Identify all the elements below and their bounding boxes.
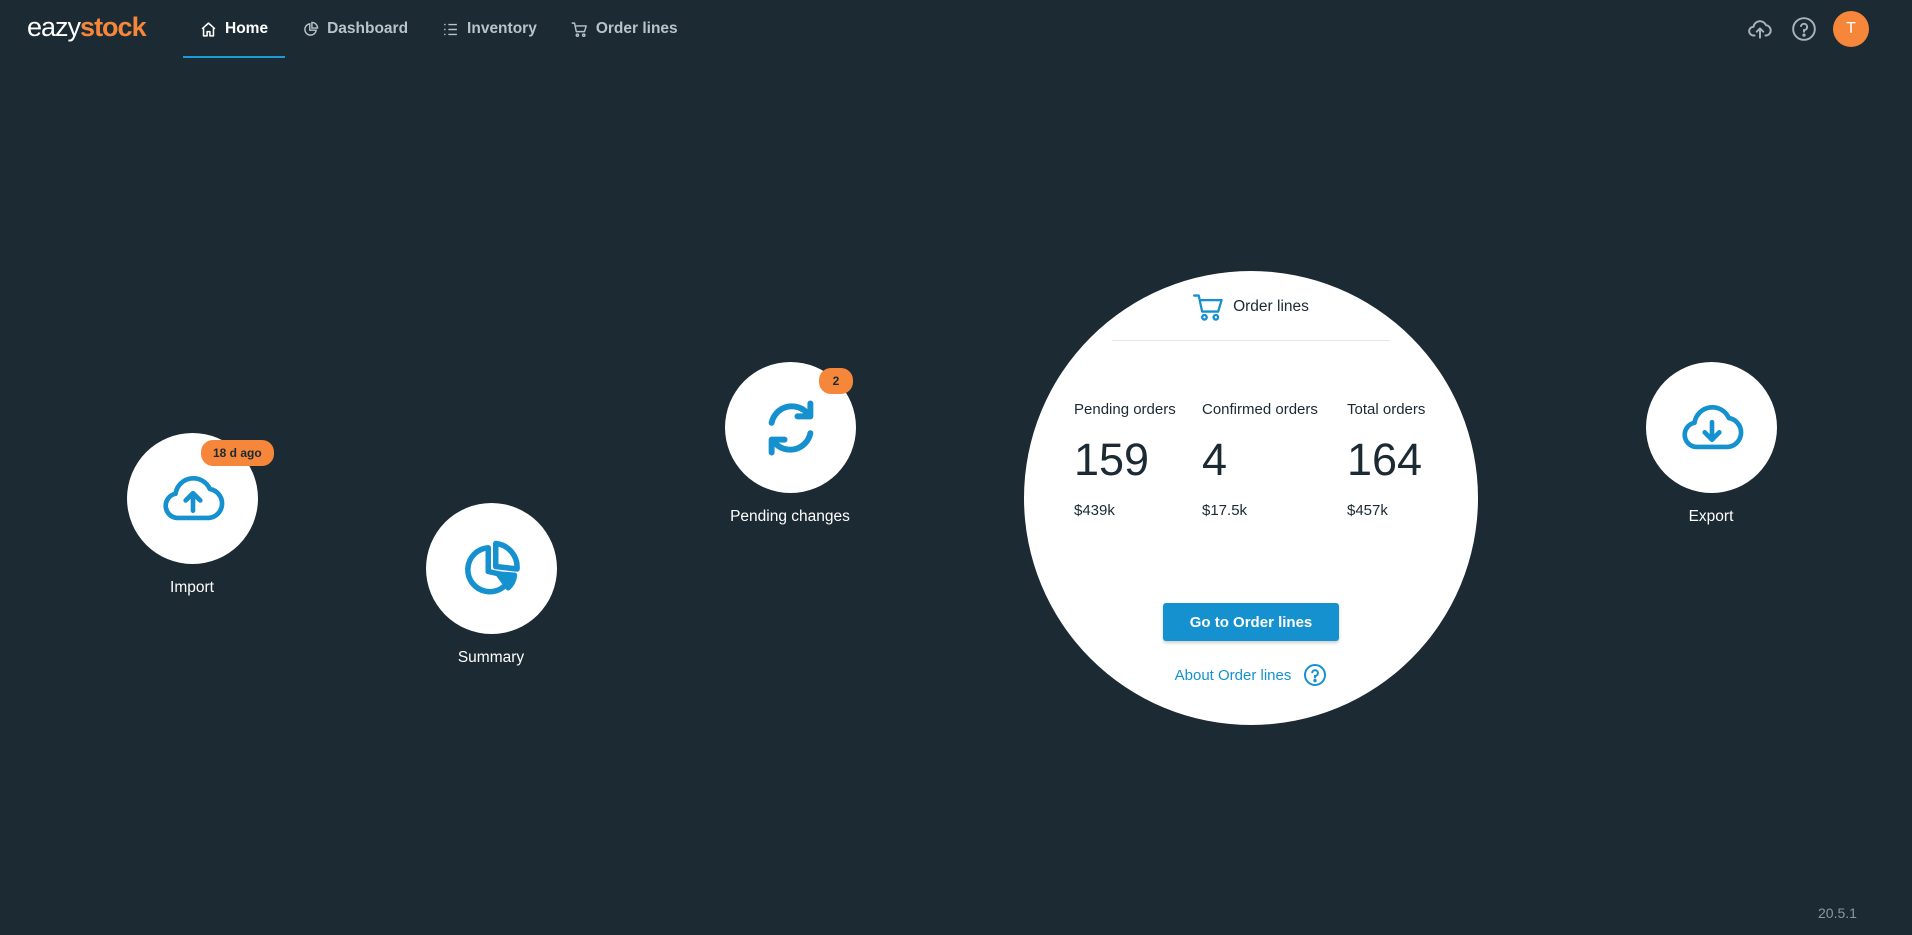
sync-icon: [768, 399, 813, 456]
nav-order-lines[interactable]: Order lines: [554, 0, 695, 58]
nav-inventory-label: Inventory: [467, 20, 537, 37]
import-node[interactable]: 18 d ago Import: [127, 433, 274, 596]
card-divider: [1112, 340, 1390, 341]
export-circle[interactable]: [1646, 362, 1777, 493]
stat-total-amount: $457k: [1347, 502, 1388, 519]
list-icon: [444, 23, 457, 35]
stat-confirmed-label: Confirmed orders: [1202, 401, 1318, 418]
go-to-order-lines-button[interactable]: Go to Order lines: [1163, 603, 1339, 641]
cloud-download-icon: [1681, 404, 1743, 449]
stat-total-label: Total orders: [1347, 401, 1426, 418]
app-version: 20.5.1: [1818, 905, 1857, 921]
stat-pending-label: Pending orders: [1074, 401, 1176, 418]
nav-dashboard[interactable]: Dashboard: [285, 0, 425, 58]
import-age-badge: 18 d ago: [201, 440, 274, 466]
cart-icon: [571, 21, 587, 37]
export-label: Export: [1688, 508, 1734, 525]
summary-circle[interactable]: [426, 503, 557, 634]
import-label: Import: [170, 579, 214, 596]
cloud-upload-icon[interactable]: [1747, 16, 1773, 42]
stat-confirmed-amount: $17.5k: [1202, 502, 1248, 519]
help-icon[interactable]: [1303, 663, 1327, 687]
order-lines-card-title: Order lines: [1233, 298, 1309, 315]
about-order-lines: About Order lines: [1024, 663, 1478, 687]
summary-label: Summary: [457, 649, 525, 666]
nav-home[interactable]: Home: [183, 0, 286, 58]
nav-inventory[interactable]: Inventory: [425, 0, 554, 58]
stat-pending-amount: $439k: [1074, 502, 1115, 519]
stat-pending-value: 159: [1074, 434, 1150, 485]
nav-home-label: Home: [225, 20, 269, 37]
pending-count-badge: 2: [819, 368, 853, 394]
pending-changes-node[interactable]: 2 Pending changes: [725, 362, 856, 525]
summary-node[interactable]: Summary: [426, 503, 557, 666]
nav-order-lines-label: Order lines: [595, 20, 678, 37]
stat-total-orders: Total orders 164 $457k: [1347, 401, 1425, 519]
pie-chart-icon: [304, 21, 319, 36]
pie-chart-icon: [464, 540, 520, 594]
stat-confirmed-orders: Confirmed orders 4 $17.5k: [1202, 401, 1318, 519]
cloud-upload-icon: [162, 475, 224, 520]
about-order-lines-link[interactable]: About Order lines: [1175, 667, 1292, 684]
cart-icon: [1193, 294, 1223, 321]
export-node[interactable]: Export: [1646, 362, 1777, 525]
help-icon[interactable]: [1791, 16, 1817, 42]
order-lines-card: Order lines Pending orders 159 $439k Con…: [1024, 271, 1478, 725]
logo-text-part2: stock: [80, 12, 147, 42]
stat-confirmed-value: 4: [1202, 434, 1228, 485]
user-avatar[interactable]: T: [1833, 11, 1869, 47]
stat-total-value: 164: [1347, 434, 1423, 485]
main-nav: Home Dashboard Inventory Order lines: [183, 0, 695, 60]
eazystock-logo[interactable]: eazystock: [27, 10, 147, 44]
logo-text-part1: eazy: [27, 12, 81, 42]
stat-pending-orders: Pending orders 159 $439k: [1074, 401, 1176, 519]
home-icon: [201, 21, 216, 37]
home-page: eazystock Home Dashboard Inventory Order…: [0, 0, 1912, 935]
pending-changes-label: Pending changes: [730, 508, 850, 525]
nav-dashboard-label: Dashboard: [327, 20, 409, 37]
top-bar: eazystock Home Dashboard Inventory Order…: [0, 0, 1912, 60]
order-lines-card-header: Order lines: [1024, 291, 1478, 323]
